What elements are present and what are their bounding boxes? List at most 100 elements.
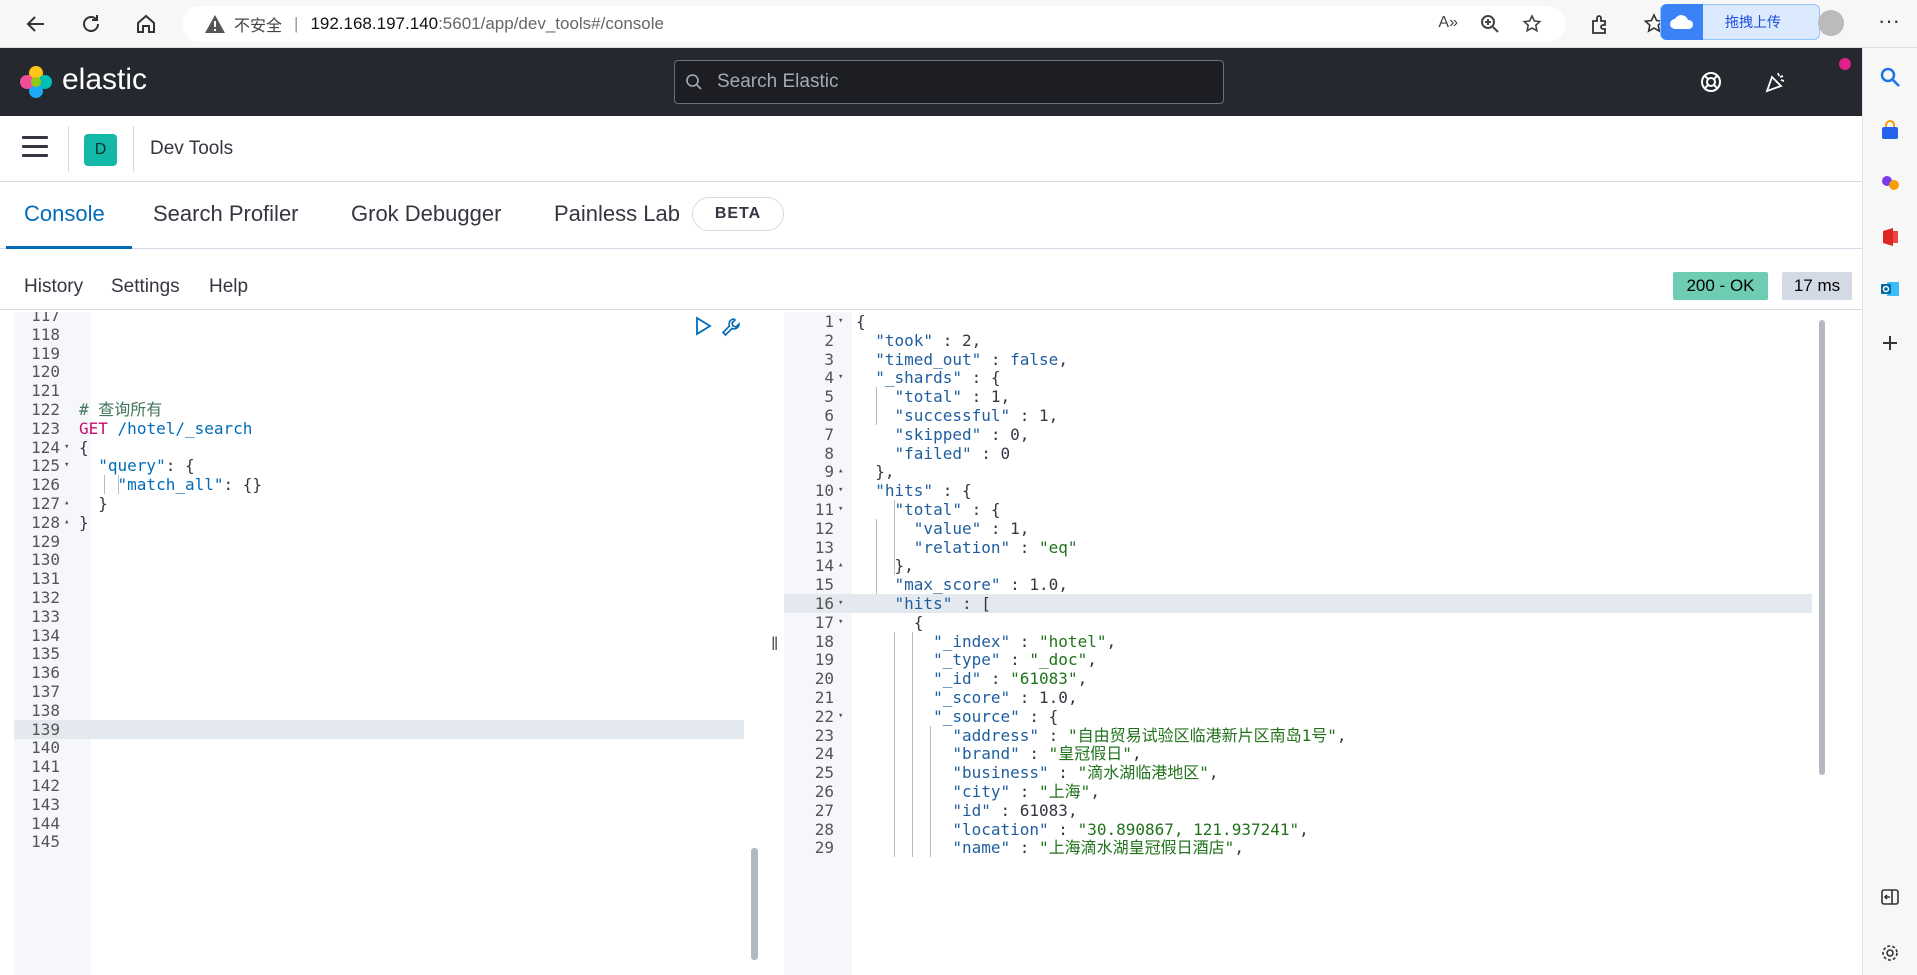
more-menu-icon[interactable]: ···: [1878, 8, 1900, 34]
code-line: # 查询所有: [79, 400, 163, 419]
line-number: 26: [814, 782, 834, 801]
office-icon[interactable]: [1877, 224, 1903, 250]
response-scrollbar[interactable]: [1819, 320, 1825, 775]
extensions-icon[interactable]: [1586, 10, 1614, 38]
elastic-logo-icon[interactable]: [18, 64, 54, 100]
wrench-icon[interactable]: [720, 316, 742, 343]
tab-search-profiler[interactable]: Search Profiler: [153, 201, 299, 227]
panel-resizer[interactable]: ‖: [771, 634, 778, 655]
code-line: "_id" : "61083",: [933, 669, 1088, 689]
code-line: "took" : 2,: [875, 330, 982, 350]
fold-toggle-icon[interactable]: ▾: [838, 316, 843, 326]
line-number: 132: [31, 588, 60, 607]
settings-link[interactable]: Settings: [111, 276, 180, 298]
line-number: 25: [814, 763, 834, 783]
console-menu: History Settings Help 200 - OK 17 ms: [0, 250, 1862, 310]
line-number: 140: [31, 738, 60, 758]
address-separator: |: [294, 14, 299, 33]
breadcrumb-title: Dev Tools: [150, 138, 234, 159]
fold-toggle-icon[interactable]: ▾: [64, 460, 69, 470]
search-placeholder: Search Elastic: [717, 71, 839, 92]
code-line: "failed" : 0: [894, 443, 1011, 463]
space-avatar[interactable]: D: [84, 134, 117, 166]
refresh-icon[interactable]: [77, 10, 105, 38]
line-number: 13: [814, 537, 834, 557]
code-line: "successful" : 1,: [894, 406, 1059, 425]
fold-toggle-icon[interactable]: ▾: [838, 617, 843, 627]
line-number: 143: [31, 794, 60, 814]
search-icon[interactable]: [1877, 64, 1903, 90]
line-number: 131: [31, 569, 60, 589]
tab-grok-debugger[interactable]: Grok Debugger: [351, 201, 501, 227]
dev-tools-tabs: Console Search Profiler Grok Debugger Pa…: [0, 183, 1862, 249]
fold-toggle-icon[interactable]: ▾: [838, 485, 843, 495]
profile-avatar[interactable]: [1818, 10, 1844, 36]
fold-toggle-icon[interactable]: ▾: [838, 372, 843, 382]
indent-guide: [912, 631, 913, 858]
home-icon[interactable]: [132, 10, 160, 38]
line-number: 123: [31, 418, 60, 438]
tab-console[interactable]: Console: [24, 201, 105, 227]
line-number: 3: [824, 349, 834, 369]
send-request-icon[interactable]: [694, 316, 712, 341]
code-line: }: [79, 494, 108, 513]
line-number: 29: [814, 838, 834, 858]
add-icon[interactable]: [1877, 330, 1903, 356]
code-line: "skipped" : 0,: [894, 424, 1030, 444]
settings-gear-icon[interactable]: [1877, 940, 1903, 966]
fold-toggle-icon[interactable]: ▴: [64, 517, 69, 527]
line-number: 24: [814, 744, 834, 764]
fold-toggle-icon[interactable]: ▾: [838, 711, 843, 721]
line-number: 136: [31, 663, 60, 683]
line-number: 119: [31, 343, 60, 363]
help-lifebuoy-icon[interactable]: [1697, 68, 1725, 96]
line-number: 133: [31, 606, 60, 626]
line-number: 19: [814, 650, 834, 670]
fold-toggle-icon[interactable]: ▴: [838, 560, 843, 570]
line-number: 5: [824, 387, 834, 407]
beta-badge: BETA: [692, 197, 784, 231]
fold-toggle-icon[interactable]: ▾: [838, 504, 843, 514]
outlook-icon[interactable]: [1877, 276, 1903, 302]
indent-guide: [876, 518, 877, 594]
fold-toggle-icon[interactable]: ▴: [838, 466, 843, 476]
indent-guide: [930, 725, 931, 858]
fold-toggle-icon[interactable]: ▾: [838, 598, 843, 608]
address-bar[interactable]: 不安全 | 192.168.197.140 :5601/app/dev_tool…: [182, 6, 1566, 42]
upload-extension-button[interactable]: 拖拽上传: [1660, 4, 1820, 40]
line-number: 130: [31, 550, 60, 570]
sidebar-collapse-icon[interactable]: [1877, 884, 1903, 910]
line-number: 127: [31, 494, 60, 513]
fold-toggle-icon[interactable]: ▴: [64, 498, 69, 508]
line-number: 124: [31, 437, 60, 457]
games-icon[interactable]: [1877, 170, 1903, 196]
request-scrollbar[interactable]: [751, 848, 758, 960]
line-number: 18: [814, 631, 834, 651]
code-line: "business" : "滴水湖临港地区",: [952, 763, 1219, 783]
newsfeed-cheer-icon[interactable]: [1762, 68, 1790, 96]
indent-guide: [876, 387, 877, 425]
code-line: "_source" : {: [933, 706, 1059, 726]
line-number: 145: [31, 832, 60, 852]
line-number: 129: [31, 531, 60, 551]
line-number: 21: [814, 688, 834, 707]
global-search-input[interactable]: Search Elastic: [674, 60, 1224, 104]
fold-toggle-icon[interactable]: ▾: [64, 442, 69, 452]
zoom-icon[interactable]: [1480, 14, 1500, 39]
url-path: :5601/app/dev_tools#/console: [438, 14, 664, 33]
shopping-icon[interactable]: [1877, 118, 1903, 144]
menu-toggle-icon[interactable]: [22, 136, 48, 158]
favorite-add-icon[interactable]: [1522, 14, 1542, 39]
line-number: 9: [824, 462, 834, 482]
code-line: "max_score" : 1.0,: [894, 575, 1068, 595]
back-icon[interactable]: [22, 10, 50, 38]
history-link[interactable]: History: [24, 276, 83, 298]
read-aloud-icon[interactable]: A»: [1438, 14, 1458, 39]
help-link[interactable]: Help: [209, 276, 248, 298]
brand-name[interactable]: elastic: [62, 63, 147, 97]
request-editor[interactable]: 117 118 119 120 121 122 # 查询所有 123 GET /hotel/_s…: [14, 312, 758, 975]
line-number: 120: [31, 362, 60, 382]
tab-painless-lab[interactable]: Painless Lab: [554, 201, 680, 227]
breadcrumb-bar: D Dev Tools: [0, 116, 1862, 182]
code-line: },: [856, 556, 914, 576]
